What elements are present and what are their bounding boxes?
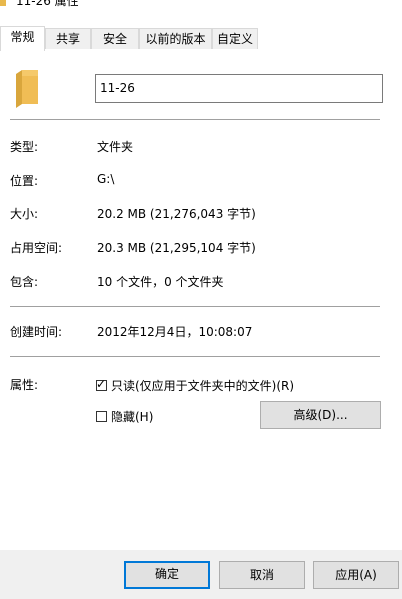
tab-previous-versions[interactable]: 以前的版本 <box>139 28 212 49</box>
location-value: G:\ <box>97 172 115 186</box>
cancel-button[interactable]: 取消 <box>219 561 305 589</box>
check-icon: ✓ <box>96 377 107 391</box>
ok-button[interactable]: 确定 <box>124 561 210 589</box>
hidden-checkbox[interactable] <box>96 411 107 422</box>
created-label: 创建时间: <box>10 325 63 339</box>
tab-customize[interactable]: 自定义 <box>212 28 258 49</box>
size-label: 大小: <box>10 207 39 221</box>
apply-button[interactable]: 应用(A) <box>313 561 399 589</box>
separator-3 <box>10 356 380 357</box>
window-title: 11-26 属性 <box>16 0 79 8</box>
type-value: 文件夹 <box>97 140 134 154</box>
advanced-button[interactable]: 高级(D)... <box>260 401 381 429</box>
contains-label: 包含: <box>10 275 39 289</box>
size-value: 20.2 MB (21,276,043 字节) <box>97 207 256 221</box>
readonly-label: 只读(仅应用于文件夹中的文件)(R) <box>111 379 295 393</box>
type-label: 类型: <box>10 140 39 154</box>
hidden-row[interactable]: 隐藏(H) <box>96 408 153 425</box>
title-folder-icon <box>0 0 6 6</box>
tab-strip: 常规 共享 安全 以前的版本 自定义 <box>0 26 402 51</box>
tab-security[interactable]: 安全 <box>91 28 139 49</box>
tab-sharing[interactable]: 共享 <box>45 28 91 49</box>
general-panel <box>0 50 402 550</box>
title-bar: 11-26 属性 <box>0 0 402 22</box>
separator-2 <box>10 306 380 307</box>
created-value: 2012年12月4日，10:08:07 <box>97 325 253 339</box>
readonly-checkbox[interactable]: ✓ <box>96 377 107 391</box>
readonly-row[interactable]: ✓ 只读(仅应用于文件夹中的文件)(R) <box>96 377 294 394</box>
location-label: 位置: <box>10 174 39 188</box>
separator-1 <box>10 119 380 120</box>
folder-name-input[interactable]: 11-26 <box>95 74 383 103</box>
attributes-label: 属性: <box>10 378 39 392</box>
disk-size-value: 20.3 MB (21,295,104 字节) <box>97 241 256 255</box>
contains-value: 10 个文件，0 个文件夹 <box>97 275 224 289</box>
hidden-label: 隐藏(H) <box>111 410 154 424</box>
tab-general[interactable]: 常规 <box>0 26 45 51</box>
folder-icon <box>16 70 38 108</box>
disk-size-label: 占用空间: <box>10 241 63 255</box>
